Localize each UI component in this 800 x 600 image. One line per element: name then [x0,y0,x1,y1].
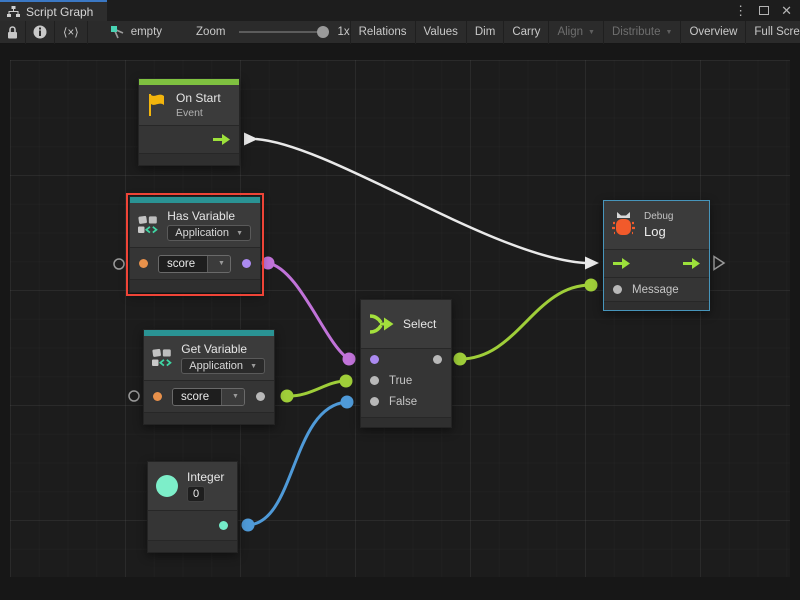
selection-output-port[interactable] [433,355,442,364]
chevron-down-icon: ▼ [236,230,243,237]
node-integer[interactable]: Integer 0 [147,461,238,553]
pointer-label: empty [131,26,162,38]
graph-canvas[interactable]: On Start Event [0,44,800,600]
flow-output-port[interactable] [683,258,700,269]
node-footer [148,540,237,552]
node-footer [361,417,451,427]
unconnected-port-circle[interactable] [114,259,124,269]
chevron-down-icon: ▼ [218,260,225,267]
lock-button[interactable] [0,21,26,44]
toolbar: ⟨×⟩ empty Zoom 1x Relations Values Dim [0,21,800,44]
unconnected-flow-triangle[interactable] [714,257,724,270]
flow-input-port[interactable] [613,258,630,269]
distribute-button: Distribute▼ [604,21,682,44]
graph-icon [7,6,20,18]
flow-output-port[interactable] [213,134,230,145]
flag-icon [147,93,167,117]
toolbar-buttons: Relations Values Dim Carry Align▼ Distri… [350,21,800,44]
zoom-control: Zoom 1x [196,26,350,38]
node-footer [139,153,239,165]
select-merge-icon [369,313,394,335]
condition-input-port[interactable] [370,355,379,364]
tab-script-graph[interactable]: Script Graph [0,0,107,21]
carry-button[interactable]: Carry [504,21,549,44]
value-output-port[interactable] [256,392,265,401]
dim-button[interactable]: Dim [467,21,504,44]
variable-scope-dropdown[interactable]: Application ▼ [167,225,251,241]
chevron-down-icon: ▼ [588,29,595,36]
node-footer [144,412,274,424]
node-title: Log [644,224,673,239]
integer-value-field[interactable]: 0 [187,486,205,502]
graph-pointer-status: empty [110,25,162,40]
maximize-icon[interactable] [759,6,769,15]
name-input-port[interactable] [139,259,148,268]
chevron-down-icon: ▼ [666,29,673,36]
name-input-port[interactable] [153,392,162,401]
close-icon[interactable]: ✕ [781,4,792,17]
info-button[interactable] [26,21,55,44]
node-footer [130,279,260,292]
overview-button[interactable]: Overview [681,21,746,44]
node-debug-log[interactable]: Debug Log Message [603,200,710,311]
lock-icon [7,26,18,39]
graph-pointer-icon [110,25,125,40]
script-graph-window: Script Graph ⋮ ✕ ⟨×⟩ [0,0,800,600]
node-title: Get Variable [181,342,265,356]
integer-icon [156,475,178,497]
relations-button[interactable]: Relations [351,21,416,44]
values-button[interactable]: Values [416,21,467,44]
node-title: On Start [176,91,221,105]
node-has-variable[interactable]: Has Variable Application ▼ score ▼ [129,196,261,293]
integer-output-port[interactable] [219,521,228,530]
zoom-label: Zoom [196,26,225,38]
wire-hasvariable-to-select[interactable] [262,257,356,366]
code-toggle-button[interactable]: ⟨×⟩ [55,21,88,44]
variable-name-dropdown[interactable]: score ▼ [158,255,231,273]
port-label: True [389,375,412,387]
node-footer [604,301,709,310]
node-title: Has Variable [167,209,251,223]
tab-title: Script Graph [26,5,93,19]
zoom-value: 1x [337,26,349,38]
bug-icon [612,212,635,238]
full-screen-button[interactable]: Full Screen [746,21,800,44]
node-subtitle: Event [176,107,221,119]
node-category: Debug [644,211,673,222]
variable-scope-dropdown[interactable]: Application ▼ [181,358,265,374]
message-input-port[interactable] [613,285,622,294]
true-input-port[interactable] [370,376,379,385]
align-button: Align▼ [549,21,604,44]
port-label: Message [632,284,679,296]
variable-name-dropdown[interactable]: score ▼ [172,388,245,406]
chevron-down-icon: ▼ [232,393,239,400]
wire-onstart-to-log[interactable] [244,133,599,270]
false-input-port[interactable] [370,397,379,406]
tab-bar: Script Graph ⋮ ✕ [0,0,800,21]
node-title: Select [403,317,436,331]
zoom-slider[interactable] [239,31,327,33]
menu-icon[interactable]: ⋮ [734,4,747,17]
variables-icon [152,344,172,372]
zoom-slider-handle[interactable] [317,26,329,38]
node-title: Integer [187,470,224,484]
chevron-down-icon: ▼ [250,363,257,370]
info-icon [33,25,47,39]
variables-icon [138,211,158,239]
result-output-port[interactable] [242,259,251,268]
node-on-start[interactable]: On Start Event [138,78,240,166]
node-select[interactable]: Select True False [360,299,452,428]
unconnected-port-circle[interactable] [129,391,139,401]
node-get-variable[interactable]: Get Variable Application ▼ score ▼ [143,329,275,425]
port-label: False [389,396,417,408]
wire-select-to-log-message[interactable] [454,279,598,366]
